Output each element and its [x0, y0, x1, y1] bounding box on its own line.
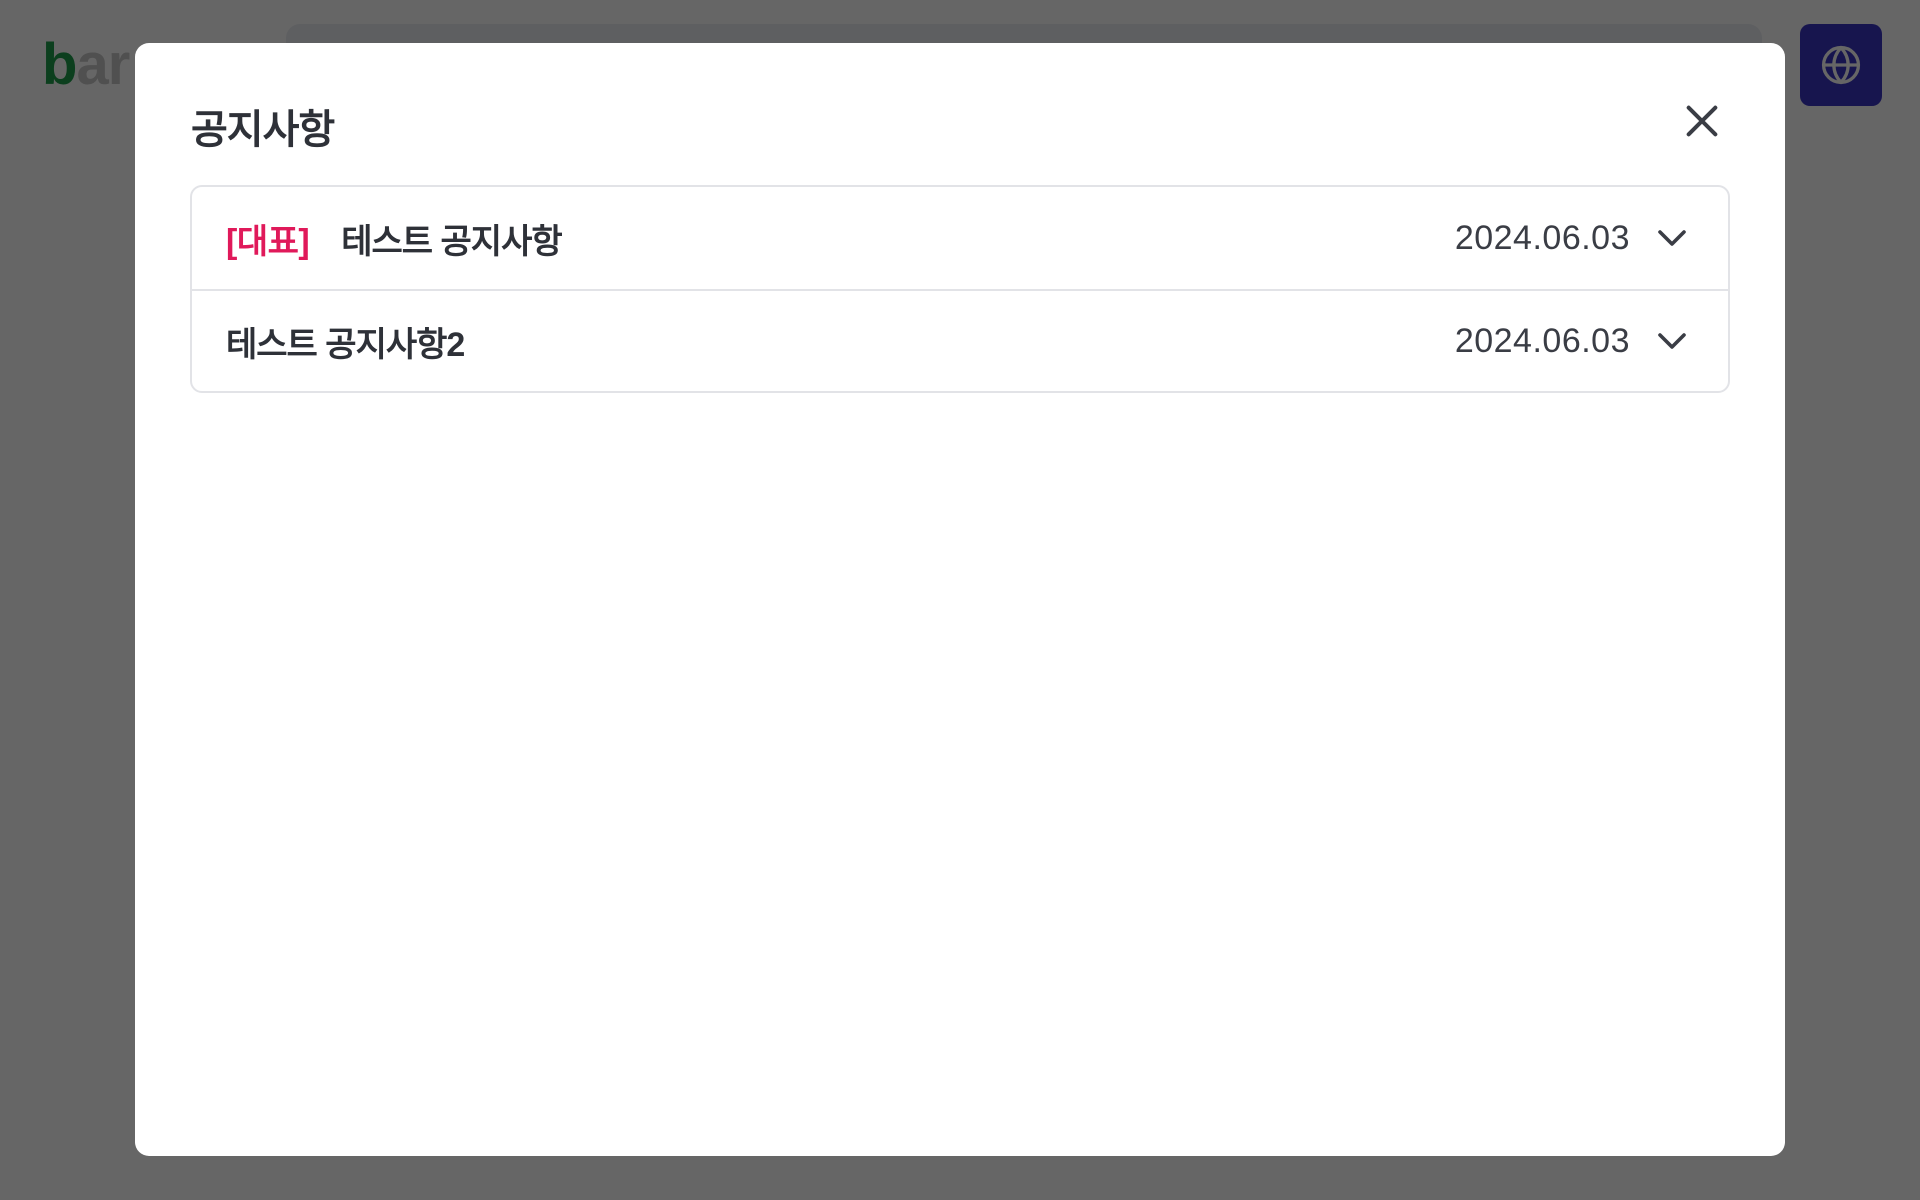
notice-modal: 공지사항 [대표] 테스트 공지사항 2024.06.03 테스트 공지사항2 …: [135, 43, 1785, 1156]
modal-title: 공지사항: [191, 108, 335, 152]
notice-title: 테스트 공지사항: [341, 222, 562, 261]
featured-badge: [대표]: [226, 222, 310, 261]
chevron-down-icon: [1658, 230, 1686, 246]
notice-item[interactable]: 테스트 공지사항2 2024.06.03: [192, 289, 1728, 391]
notice-title: 테스트 공지사항2: [226, 325, 465, 364]
close-icon: [1686, 105, 1718, 137]
notice-date: 2024.06.03: [1454, 218, 1630, 257]
chevron-down-icon: [1658, 333, 1686, 349]
expand-button[interactable]: [1650, 319, 1694, 363]
notice-date: 2024.06.03: [1454, 321, 1630, 360]
notice-list: [대표] 테스트 공지사항 2024.06.03 테스트 공지사항2 2024.…: [190, 185, 1730, 393]
expand-button[interactable]: [1650, 216, 1694, 260]
close-button[interactable]: [1680, 99, 1724, 143]
notice-item[interactable]: [대표] 테스트 공지사항 2024.06.03: [192, 187, 1728, 289]
